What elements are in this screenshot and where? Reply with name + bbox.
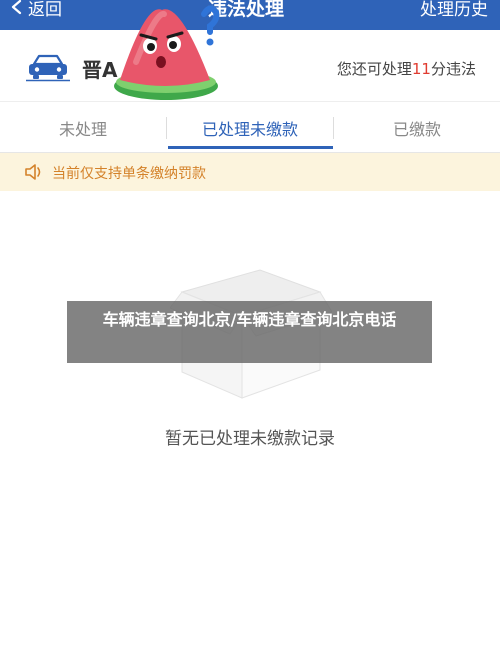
remaining-points: 您还可处理11分违法 [337,58,476,79]
active-tab-indicator [168,146,333,149]
remaining-count: 11 [411,60,431,78]
car-icon [26,54,70,82]
remaining-suffix: 分违法 [430,60,476,78]
watermark-banner: 车辆违章查询北京/车辆违章查询北京电话 [67,301,432,363]
back-label: 返回 [28,0,62,20]
watermark-text: 车辆违章查询北京/车辆违章查询北京电话 [102,310,397,329]
vehicle-row: 晋A 您还可处理11分违法 [0,30,500,102]
notice-bar: 当前仅支持单条缴纳罚款 [0,153,500,191]
notice-text: 当前仅支持单条缴纳罚款 [52,166,206,182]
history-button[interactable]: 处理历史 [420,0,488,20]
back-button[interactable]: 返回 [10,0,62,20]
tab-unprocessed[interactable]: 未处理 [0,103,166,153]
watermelon-mascot [114,5,220,100]
remaining-prefix: 您还可处理 [336,60,412,78]
empty-state-text: 暂无已处理未缴款记录 [165,429,335,449]
chevron-left-icon [11,0,22,15]
speaker-icon [25,164,41,180]
nav-bar: 返回 违法处理 处理历史 [0,0,500,30]
tab-paid[interactable]: 已缴款 [334,103,500,153]
